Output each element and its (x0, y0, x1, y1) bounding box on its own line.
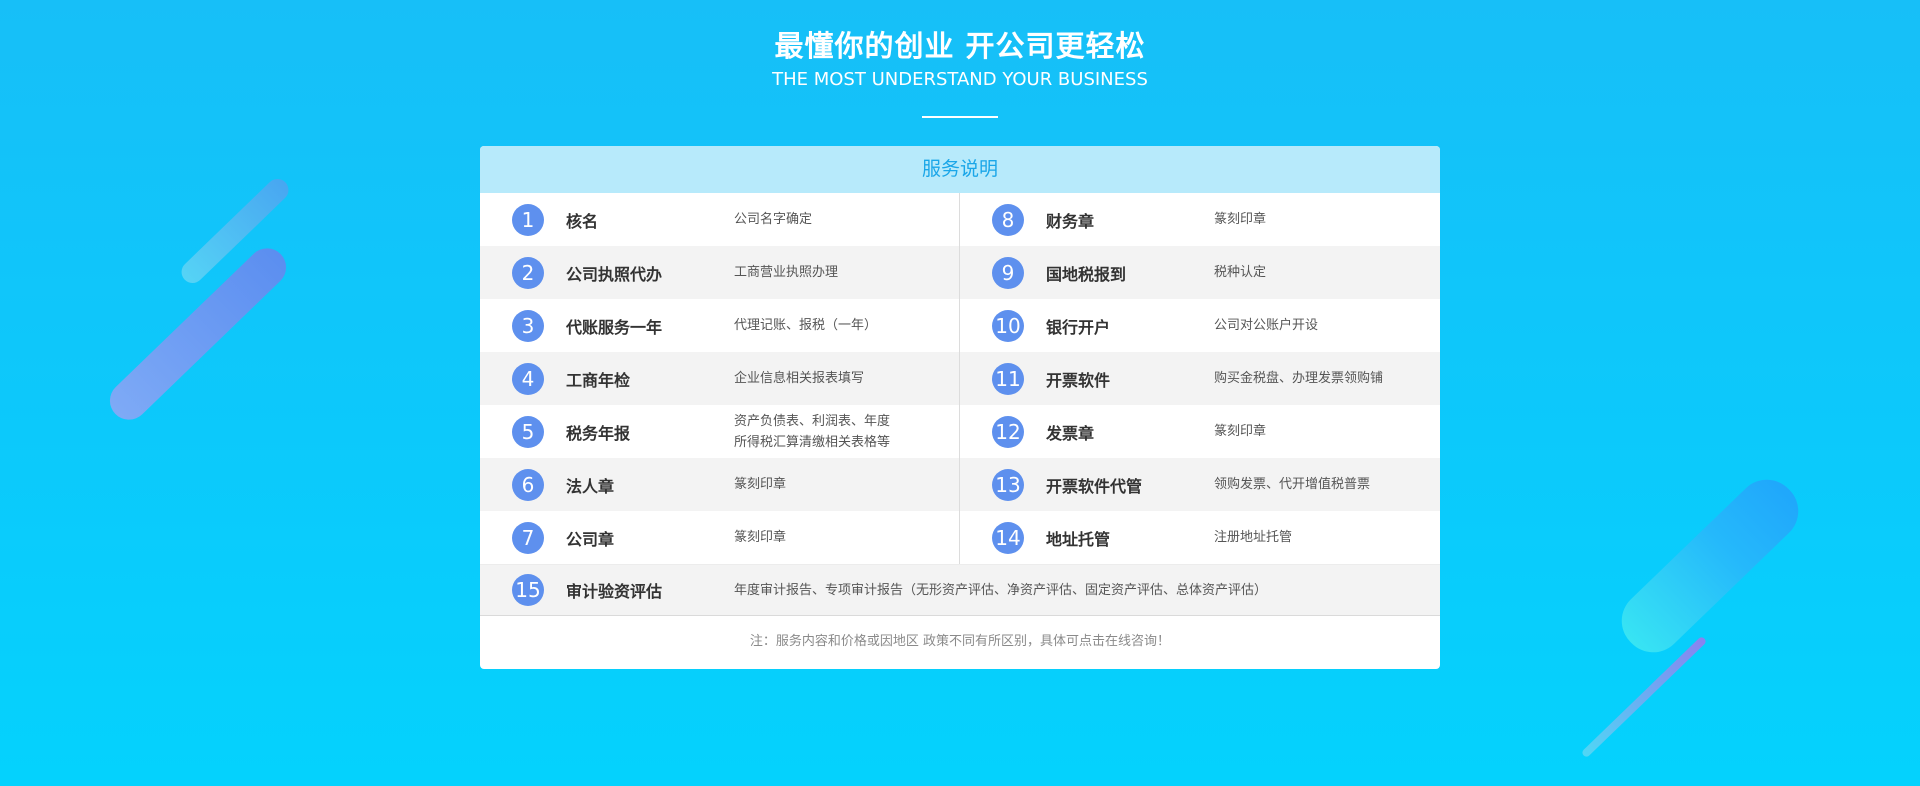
item-number-badge: 7 (512, 521, 544, 554)
item-name: 地址托管 (1046, 529, 1111, 549)
item-description-line: 所得税汇算清缴相关表格等 (734, 434, 891, 450)
item-description: 企业信息相关报表填写 (734, 371, 865, 386)
item-name: 代账服务一年 (566, 317, 663, 337)
service-row: 6 法人章 篆刻印章 13 开票软件代管 领购发票、代开增值税普票 (480, 458, 1440, 511)
service-row: 2 公司执照代办 工商营业执照办理 9 国地税报到 税种认定 (480, 246, 1440, 299)
item-description: 资产负债表、利润表、年度 所得税汇算清缴相关表格等 (734, 411, 890, 453)
service-item: 7 公司章 篆刻印章 (480, 511, 960, 564)
service-row: 4 工商年检 企业信息相关报表填写 11 开票软件 购买金税盘、办理发票领购铺 (480, 352, 1440, 405)
item-description: 篆刻印章 (1214, 424, 1267, 439)
item-description: 税种认定 (1214, 265, 1267, 280)
service-row-full: 15 审计验资评估 年度审计报告、专项审计报告（无形资产评估、净资产评估、固定资… (480, 564, 1440, 616)
service-item: 12 发票章 篆刻印章 (960, 405, 1440, 458)
item-description: 领购发票、代开增值税普票 (1214, 477, 1371, 492)
item-name: 财务章 (1046, 211, 1095, 231)
service-row: 5 税务年报 资产负债表、利润表、年度 所得税汇算清缴相关表格等 12 发票章 … (480, 405, 1440, 458)
item-name: 法人章 (566, 476, 615, 496)
item-name: 国地税报到 (1046, 264, 1127, 284)
item-number-badge: 4 (512, 362, 544, 395)
item-number-badge: 15 (512, 574, 544, 606)
item-number-badge: 14 (992, 521, 1024, 554)
page-title: 最懂你的创业 开公司更轻松 (774, 29, 1146, 63)
item-number-badge: 2 (512, 256, 544, 289)
service-item: 4 工商年检 企业信息相关报表填写 (480, 352, 960, 405)
service-row: 1 核名 公司名字确定 8 财务章 篆刻印章 (480, 193, 1440, 246)
service-item: 11 开票软件 购买金税盘、办理发票领购铺 (960, 352, 1440, 405)
item-name: 银行开户 (1046, 317, 1111, 337)
item-description: 公司对公账户开设 (1214, 318, 1319, 333)
service-item: 5 税务年报 资产负债表、利润表、年度 所得税汇算清缴相关表格等 (480, 405, 960, 458)
item-description: 代理记账、报税（一年） (734, 318, 878, 333)
service-card-heading: 服务说明 (480, 146, 1440, 193)
service-item: 6 法人章 篆刻印章 (480, 458, 960, 511)
item-name: 工商年检 (566, 370, 631, 390)
item-number-badge: 11 (992, 362, 1024, 395)
item-number-badge: 6 (512, 468, 544, 501)
item-number-badge: 10 (992, 309, 1024, 342)
item-name: 开票软件 (1046, 370, 1111, 390)
page-subtitle: THE MOST UNDERSTAND YOUR BUSINESS (772, 69, 1148, 90)
item-number-badge: 9 (992, 256, 1024, 289)
item-description: 篆刻印章 (734, 477, 787, 492)
item-number-badge: 12 (992, 415, 1024, 448)
service-item: 1 核名 公司名字确定 (480, 193, 960, 246)
decorative-stripe (1580, 635, 1708, 759)
item-number-badge: 5 (512, 415, 544, 448)
service-row: 3 代账服务一年 代理记账、报税（一年） 10 银行开户 公司对公账户开设 (480, 299, 1440, 352)
item-number-badge: 13 (992, 468, 1024, 501)
item-description: 工商营业执照办理 (734, 265, 839, 280)
service-note: 注：服务内容和价格或因地区 政策不同有所区别，具体可点击在线咨询！ (749, 634, 1171, 649)
item-description: 篆刻印章 (1214, 212, 1267, 227)
page-header: 最懂你的创业 开公司更轻松 THE MOST UNDERSTAND YOUR B… (0, 26, 1920, 118)
item-name: 核名 (566, 211, 599, 231)
service-card: 服务说明 1 核名 公司名字确定 8 财务章 篆刻印章 2 公司执照代办 工商营… (480, 146, 1440, 669)
service-item: 10 银行开户 公司对公账户开设 (960, 299, 1440, 352)
item-name: 审计验资评估 (566, 582, 663, 601)
title-divider (922, 116, 998, 118)
item-name: 开票软件代管 (1046, 476, 1143, 496)
item-description: 购买金税盘、办理发票领购铺 (1214, 371, 1384, 386)
service-item: 3 代账服务一年 代理记账、报税（一年） (480, 299, 960, 352)
item-description-line: 资产负债表、利润表、年度 (734, 413, 891, 429)
item-description: 年度审计报告、专项审计报告（无形资产评估、净资产评估、固定资产评估、总体资产评估… (734, 582, 1268, 598)
service-item: 13 开票软件代管 领购发票、代开增值税普票 (960, 458, 1440, 511)
item-number-badge: 1 (512, 203, 544, 236)
service-item: 8 财务章 篆刻印章 (960, 193, 1440, 246)
item-name: 公司执照代办 (566, 264, 663, 284)
item-name: 发票章 (1046, 423, 1095, 443)
service-item: 9 国地税报到 税种认定 (960, 246, 1440, 299)
item-description: 注册地址托管 (1214, 530, 1293, 545)
item-name: 税务年报 (566, 423, 631, 443)
item-number-badge: 8 (992, 203, 1024, 236)
decorative-stripe (1609, 467, 1811, 665)
service-item: 14 地址托管 注册地址托管 (960, 511, 1440, 564)
service-grid: 1 核名 公司名字确定 8 财务章 篆刻印章 2 公司执照代办 工商营业执照办理… (480, 193, 1440, 616)
service-row: 7 公司章 篆刻印章 14 地址托管 注册地址托管 (480, 511, 1440, 564)
item-description: 公司名字确定 (734, 212, 813, 227)
item-name: 公司章 (566, 529, 615, 549)
item-description: 篆刻印章 (734, 530, 787, 545)
service-item: 2 公司执照代办 工商营业执照办理 (480, 246, 960, 299)
item-number-badge: 3 (512, 309, 544, 342)
